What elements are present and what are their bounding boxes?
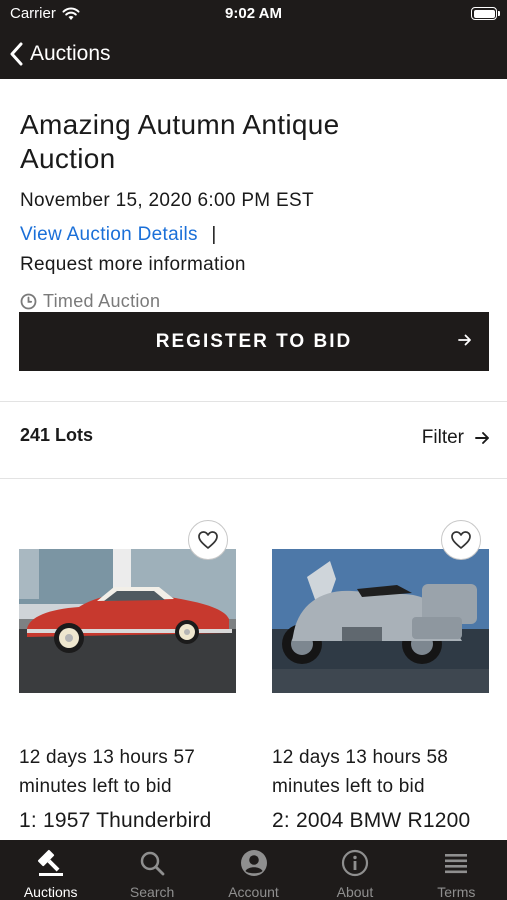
auction-title-line2: Auction [20,143,116,174]
battery-icon [471,7,500,20]
auction-type-row: Timed Auction [20,291,490,312]
lot-image-red-classic-car[interactable] [19,549,236,693]
tab-label: Auctions [23,884,78,900]
view-auction-details-link[interactable]: View Auction Details [20,224,198,245]
tab-bar: Auctions Search Account About Terms [0,840,507,900]
auction-info: Amazing Autumn Antique Auction November … [20,108,490,312]
navigation-bar: Auctions [0,28,507,79]
tab-label: About [336,884,374,900]
status-time: 9:02 AM [225,5,282,22]
tab-account[interactable]: Account [203,840,304,900]
gavel-icon [37,849,63,876]
tab-search[interactable]: Search [101,840,202,900]
details-separator: | [211,224,217,245]
arrow-right-icon [475,432,489,444]
filter-button[interactable]: Filter [422,427,491,449]
back-label: Auctions [30,41,111,65]
auction-type-label: Timed Auction [43,291,161,311]
terms-icon [445,854,468,874]
section-divider [0,478,507,479]
tab-terms[interactable]: Terms [406,840,507,900]
filter-label: Filter [421,427,464,448]
tab-about[interactable]: About [304,840,405,900]
back-button[interactable]: Auctions [10,42,111,66]
lot-time-line2: minutes left to bid [272,776,425,797]
request-info-link[interactable]: Request more information [20,254,490,276]
arrow-right-icon [458,334,471,346]
lot-time-remaining: 12 days 13 hours 58 minutes left to bid [272,743,502,801]
info-icon [341,849,369,877]
search-icon [140,851,165,876]
lot-time-line2: minutes left to bid [19,776,172,797]
heart-icon [451,531,471,549]
favorite-button[interactable] [188,520,228,560]
lot-title[interactable]: 2: 2004 BMW R1200 [272,809,470,833]
lot-time-remaining: 12 days 13 hours 57 minutes left to bid [19,743,249,801]
lot-time-line1: 12 days 13 hours 57 [19,747,195,768]
status-bar: Carrier 9:02 AM [0,0,507,28]
lot-time-line1: 12 days 13 hours 58 [272,747,448,768]
clock-icon [20,293,37,310]
tab-label: Terms [437,884,476,900]
tab-auctions[interactable]: Auctions [0,840,101,900]
register-to-bid-button[interactable]: REGISTER TO BID [19,312,489,371]
auction-title: Amazing Autumn Antique Auction [20,108,490,176]
auction-date: November 15, 2020 6:00 PM EST [20,190,314,211]
section-divider [0,401,507,402]
lot-title[interactable]: 1: 1957 Thunderbird [19,809,212,833]
heart-icon [198,531,218,549]
lots-count: 241 Lots [20,425,94,445]
details-row: View Auction Details | [20,224,490,246]
chevron-left-icon [10,42,23,65]
auction-title-line1: Amazing Autumn Antique [20,109,340,140]
lot-image-silver-touring-motorcycle[interactable] [272,549,489,693]
tab-label: Account [228,884,279,900]
tab-label: Search [129,884,175,900]
register-label: REGISTER TO BID [155,330,353,352]
account-icon [240,850,267,876]
favorite-button[interactable] [441,520,481,560]
